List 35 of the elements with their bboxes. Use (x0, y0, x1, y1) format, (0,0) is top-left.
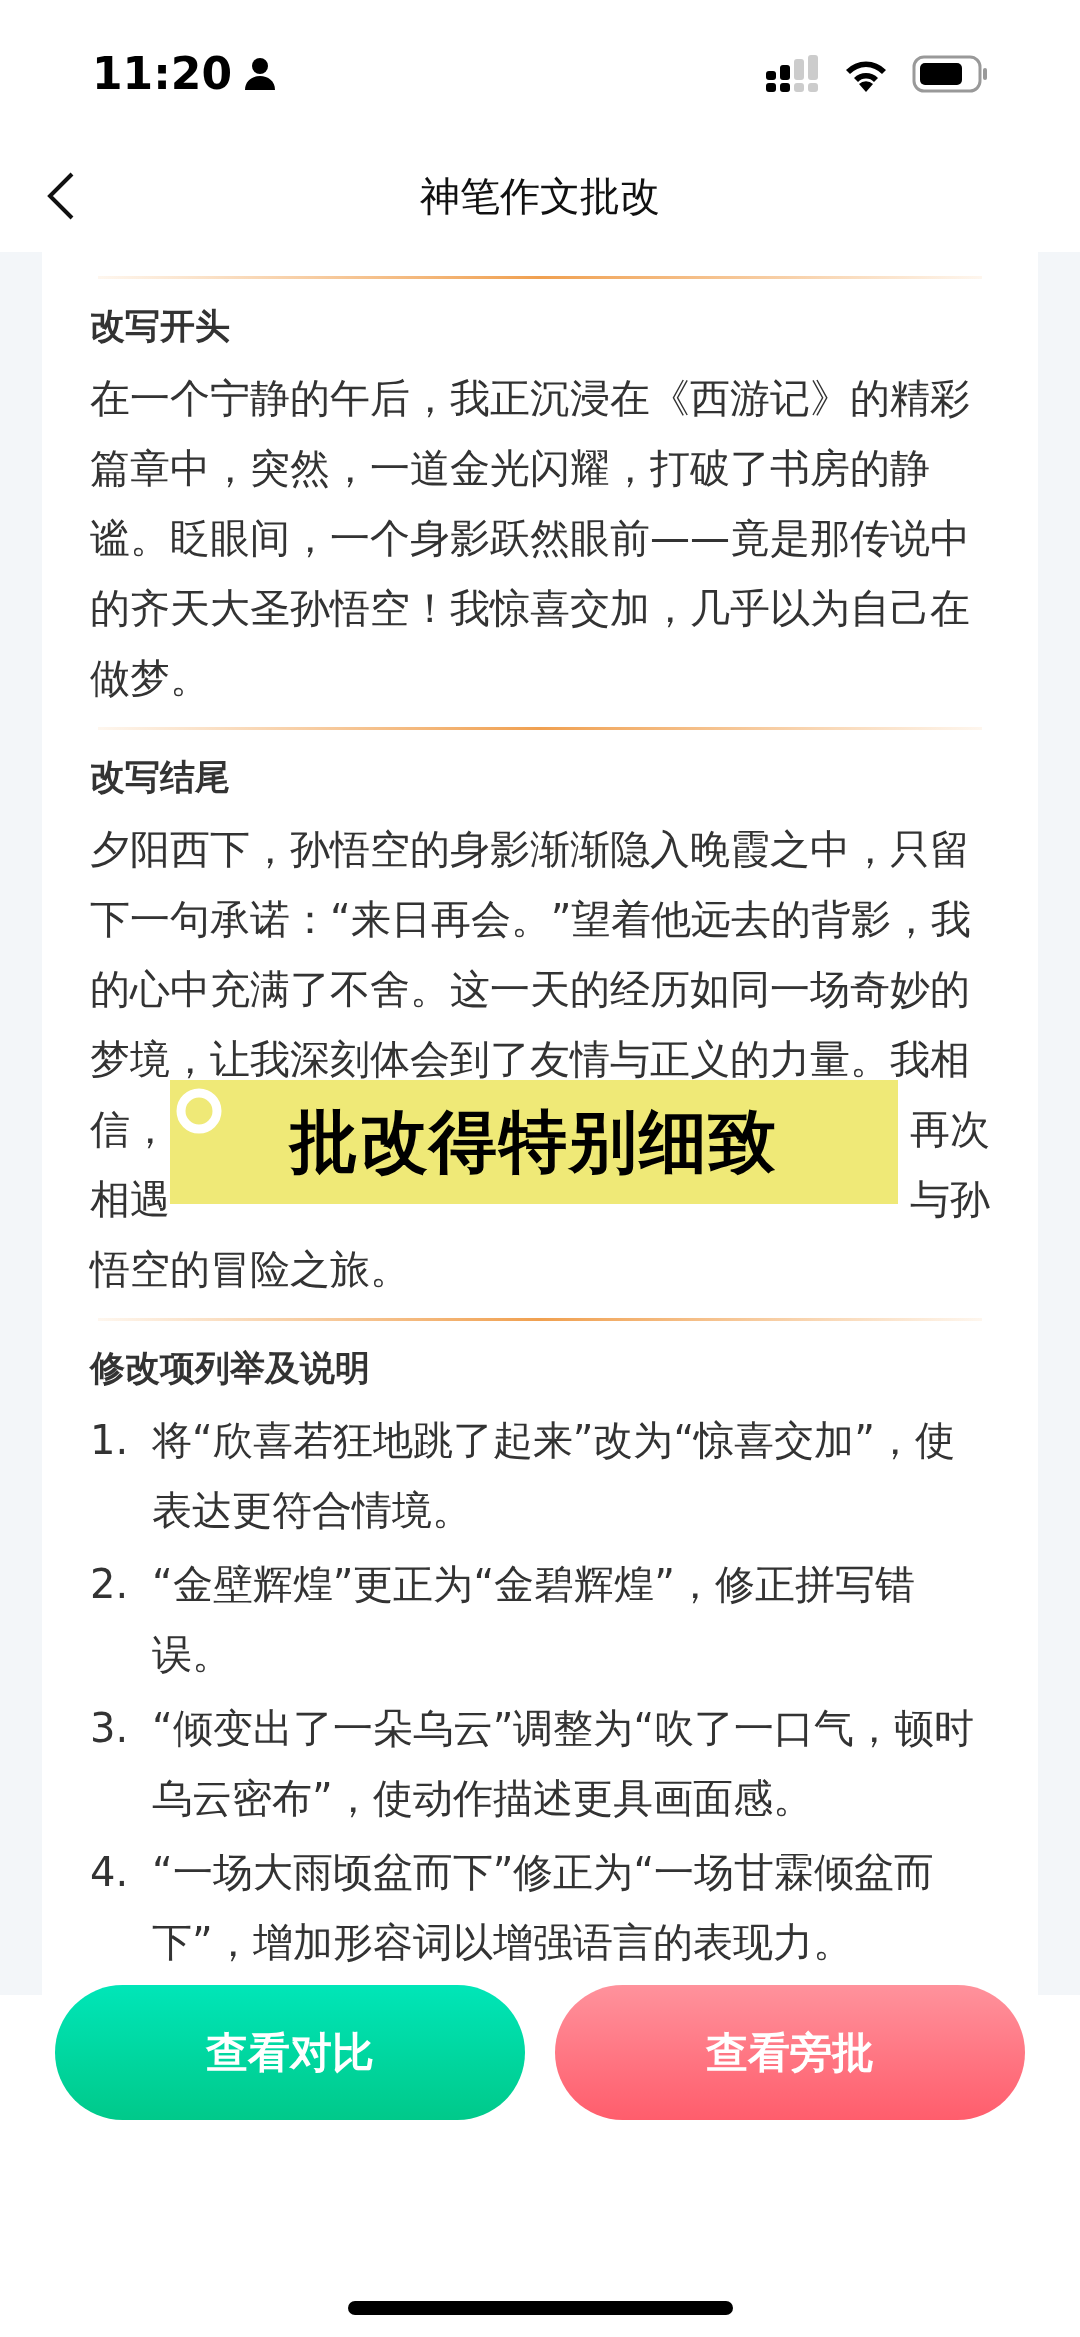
list-text: “倾变出了一朵乌云”调整为“吹了一口气，顿时乌云密布”，使动作描述更具画面感。 (152, 1704, 976, 1823)
section-heading: 修改项列举及说明 (90, 1347, 371, 1390)
paragraph-line: 信， (90, 1105, 170, 1154)
action-button[interactable]: 查看对比 (55, 1985, 525, 2120)
section-heading: 改写结尾 (90, 756, 231, 799)
paragraph-line: 做梦。 (90, 654, 210, 703)
paragraph-line: 悟空的冒险之旅。 (90, 1245, 410, 1294)
list-number: 4. (90, 1848, 130, 1897)
list-number: 3. (90, 1704, 130, 1753)
list-text: 将“欣喜若狂地跳了起来”改为“惊喜交加”，使表达更符合情境。 (152, 1416, 956, 1535)
action-button[interactable]: 查看旁批 (555, 1985, 1025, 2120)
paragraph-line: 相遇 (90, 1175, 170, 1224)
paragraph-line: 谧。眨眼间，一个身影跃然眼前——竟是那传说中 (90, 514, 970, 563)
paragraph-line: 与孙 (910, 1175, 990, 1224)
paragraph-line: 篇章中，突然，一道金光闪耀，打破了书房的静 (90, 444, 930, 493)
paragraph-line: 梦境，让我深刻体会到了友情与正义的力量。我相 (90, 1035, 970, 1084)
paragraph-line: 的齐天大圣孙悟空！我惊喜交加，几乎以为自己在 (90, 584, 970, 633)
section-heading: 改写开头 (90, 305, 231, 348)
paragraph-line: 的心中充满了不舍。这一天的经历如同一场奇妙的 (90, 965, 970, 1014)
page-title: 神笔作文批改 (420, 172, 660, 221)
list-text: “一场大雨顷盆而下”修正为“一场甘霖倾盆而下”，增加形容词以增强语言的表现力。 (152, 1848, 936, 1967)
person-icon (244, 57, 277, 91)
status-time: 11:20 (92, 47, 233, 101)
battery-icon (912, 55, 988, 93)
list-number: 2. (90, 1560, 130, 1609)
paragraph-line: 夕阳西下，孙悟空的身影渐渐隐入晚霞之中，只留 (90, 825, 970, 874)
list-number: 1. (90, 1416, 130, 1465)
paragraph-line: 再次 (910, 1105, 990, 1154)
paragraph-line: 下一句承诺：“来日再会。”望着他远去的背影，我 (90, 895, 972, 944)
back-icon (46, 171, 76, 221)
caption-text: 批改得特别细致 (290, 1108, 778, 1176)
circle-icon (176, 1088, 222, 1134)
signal-icon (766, 55, 820, 93)
paragraph-line: 在一个宁静的午后，我正沉浸在《西游记》的精彩 (90, 374, 970, 423)
list-text: “金壁辉煌”更正为“金碧辉煌”，修正拼写错误。 (152, 1560, 916, 1679)
